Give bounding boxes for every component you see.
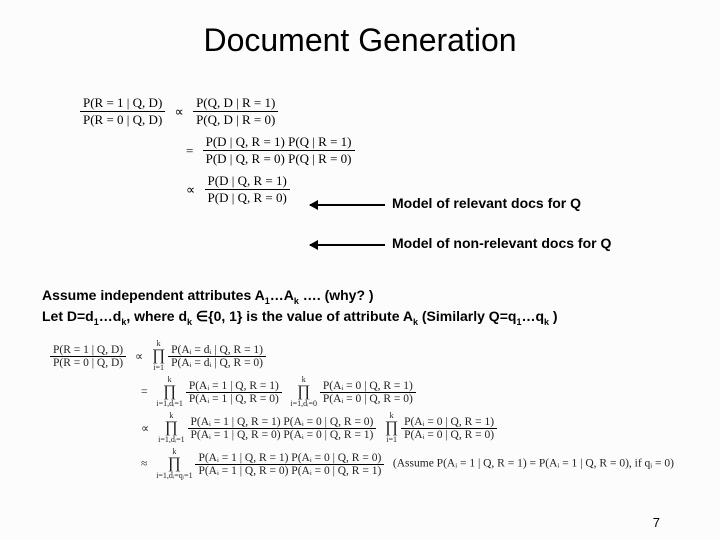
- eq2-row1: P(R = 1 | Q, D) P(R = 0 | Q, D) ∝ k∏i=1 …: [50, 340, 690, 372]
- arrow-relevant: [310, 204, 385, 206]
- assumption-text: Assume independent attributes A1…Ak …. (…: [42, 286, 712, 328]
- label-nonrelevant: Model of non-relevant docs for Q: [392, 235, 611, 251]
- eq2-row4: ≈ k∏i=1,dᵢ=qᵢ=1 P(Aᵢ = 1 | Q, R = 1) P(A…: [50, 448, 690, 480]
- arrow-nonrelevant: [310, 244, 385, 246]
- eq2-row2: = k∏i=1,dᵢ=1 P(Aᵢ = 1 | Q, R = 1) P(Aᵢ =…: [50, 376, 690, 408]
- slide-title: Document Generation: [0, 22, 720, 59]
- page-number: 7: [653, 515, 660, 530]
- equation-block-2: P(R = 1 | Q, D) P(R = 0 | Q, D) ∝ k∏i=1 …: [50, 340, 690, 484]
- label-relevant: Model of relevant docs for Q: [392, 195, 581, 211]
- eq2-row3: ∝ k∏i=1,dᵢ=1 P(Aᵢ = 1 | Q, R = 1) P(Aᵢ =…: [50, 412, 690, 444]
- eq1-row1: P(R = 1 | Q, D) P(R = 0 | Q, D) ∝ P(Q, D…: [80, 95, 460, 128]
- eq1-row2: = P(D | Q, R = 1) P(Q | R = 1) P(D | Q, …: [80, 134, 460, 167]
